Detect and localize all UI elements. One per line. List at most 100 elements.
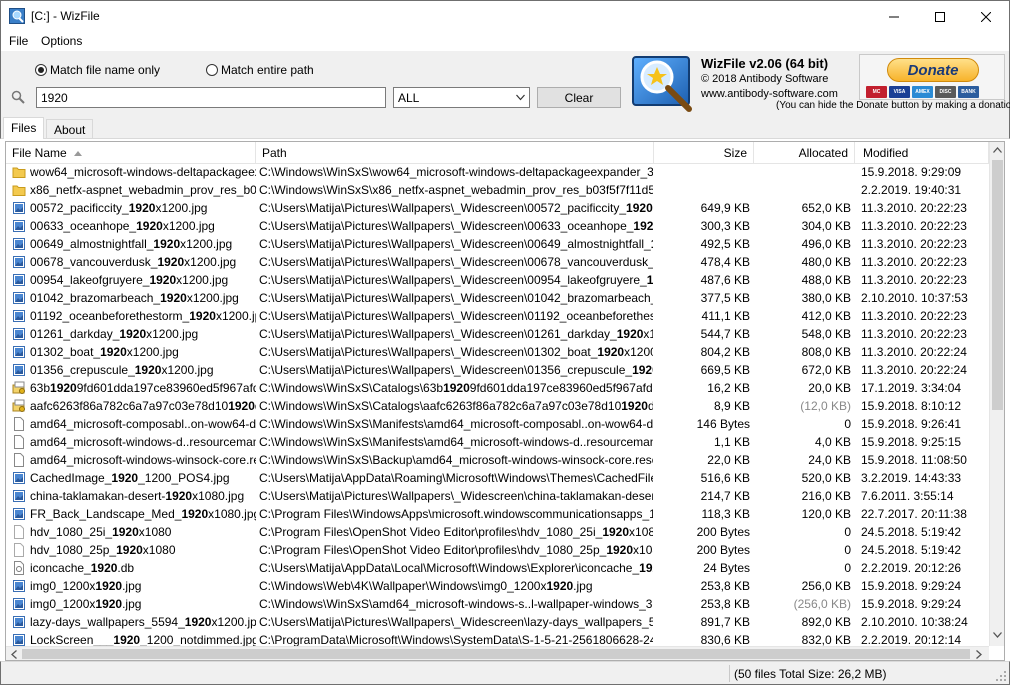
path-text: 9fd601dda197ce83960ed5f967afdd9742 — [469, 381, 653, 395]
name-text: 01192_oceanbeforethestorm_ — [30, 309, 190, 323]
cell-size: 492,5 KB — [700, 237, 750, 251]
minimize-button[interactable] — [871, 1, 917, 32]
horizontal-scroll-thumb[interactable] — [22, 649, 970, 659]
donate-note: (You can hide the Donate button by makin… — [776, 100, 1010, 111]
scroll-left-icon[interactable] — [11, 650, 17, 659]
table-row[interactable]: CachedImage_1920_1200_POS4.jpg C:\Users\M… — [6, 470, 989, 488]
table-row[interactable]: 00678_vancouverdusk_1920x1200.jpg C:\User… — [6, 254, 989, 272]
search-input[interactable] — [36, 87, 386, 108]
path-text: C:\Users\Matija\AppData\Roaming\Microsof… — [259, 471, 653, 485]
table-row[interactable]: lazy-days_wallpapers_5594_1920x1200.jpgC… — [6, 614, 989, 632]
menu-file[interactable]: File — [9, 34, 28, 48]
table-row[interactable]: 00649_almostnightfall_1920x1200.jpg C:\Us… — [6, 236, 989, 254]
chevron-down-icon — [516, 94, 525, 101]
cell-size: 22,0 KB — [707, 453, 750, 467]
name-text: x1080.jpg — [192, 489, 245, 503]
vertical-scrollbar[interactable] — [989, 142, 1004, 646]
path-match-highlight: 1920 — [606, 543, 634, 557]
name-match-highlight: 1920 — [149, 273, 177, 287]
table-row[interactable]: amd64_microsoft-windows-d..resourcemanag… — [6, 434, 989, 452]
table-row[interactable]: amd64_microsoft-windows-winsock-core.res… — [6, 452, 989, 470]
cell-allocated: 892,0 KB — [801, 615, 851, 629]
table-row[interactable]: aafc6263f86a782c6a7a97c03e78d101920dd572… — [6, 398, 989, 416]
name-text: 00572_pacificcity_ — [30, 201, 129, 215]
vertical-scroll-thumb[interactable] — [992, 160, 1003, 410]
scroll-right-icon[interactable] — [976, 650, 982, 659]
cell-modified: 24.5.2018. 5:19:42 — [861, 525, 962, 539]
radio-unselected-icon — [206, 64, 218, 76]
table-row[interactable]: FR_Back_Landscape_Med_1920x1080.jpg C:\Pr… — [6, 506, 989, 524]
sort-ascending-icon — [74, 151, 83, 157]
menu-bar: File Options — [0, 31, 1010, 51]
clear-button[interactable]: Clear — [537, 87, 621, 108]
name-text: china-taklamakan-desert- — [30, 489, 166, 503]
cell-size: 377,5 KB — [700, 291, 750, 305]
name-match-highlight: 1920 — [134, 363, 162, 377]
table-row[interactable]: x86_netfx-aspnet_webadmin_prov_res_b03f5… — [6, 182, 989, 200]
table-row[interactable]: 01261_darkday_1920x1200.jpg C:\Users\Mati… — [6, 326, 989, 344]
table-row[interactable]: 63b19209fd601dda197ce83960ed5f967afdd974… — [6, 380, 989, 398]
table-row[interactable]: amd64_microsoft-composabl..on-wow64-depl… — [6, 416, 989, 434]
path-text: C:\Windows\WinSxS\Manifests\amd64_micros… — [259, 417, 653, 431]
cell-file-name: wow64_microsoft-windows-deltapackageexpa… — [12, 165, 256, 179]
table-row[interactable]: 01192_oceanbeforethestorm_1920x1200.jpgC… — [6, 308, 989, 326]
scroll-down-icon[interactable] — [993, 632, 1002, 638]
path-text: C:\Users\Matija\Pictures\Wallpapers\_Wid… — [259, 201, 627, 215]
column-header-modified[interactable]: Modified — [855, 142, 989, 164]
name-text: x1200.jpg — [176, 273, 229, 287]
name-text: .jpg — [122, 597, 142, 611]
tab-about[interactable]: About — [46, 119, 94, 138]
table-row[interactable]: hdv_1080_25p_1920x1080 C:\Program Files\O… — [6, 542, 989, 560]
name-text: lazy-days_wallpapers_5594_ — [30, 615, 185, 629]
table-row[interactable]: wow64_microsoft-windows-deltapackageexpa… — [6, 164, 989, 182]
cell-size: 214,7 KB — [700, 489, 750, 503]
path-text: C:\Windows\WinSxS\amd64_microsoft-window… — [259, 597, 653, 611]
website-link[interactable]: www.antibody-software.com — [701, 88, 838, 100]
column-path-label: Path — [262, 146, 287, 160]
table-row[interactable]: china-taklamakan-desert-1920x1080.jpg C:\… — [6, 488, 989, 506]
table-row[interactable]: iconcache_1920.db C:\Users\Matija\AppData… — [6, 560, 989, 578]
name-match-highlight: 1920 — [184, 615, 212, 629]
name-text: x1080 — [138, 525, 172, 539]
table-row[interactable]: img0_1200x1920.jpg C:\Windows\WinSxS\amd6… — [6, 596, 989, 614]
tab-files[interactable]: Files — [3, 117, 45, 139]
cell-file-name: 01356_crepuscule_1920x1200.jpg — [12, 363, 256, 377]
column-header-allocated[interactable]: Allocated — [754, 142, 855, 164]
horizontal-scrollbar[interactable] — [6, 646, 989, 660]
image-file-icon — [13, 274, 25, 286]
path-text: C:\Users\Matija\Pictures\Wallpapers\_Wid… — [259, 237, 651, 251]
scroll-up-icon[interactable] — [993, 147, 1002, 153]
table-row[interactable]: 00633_oceanhope_1920x1200.jpg C:\Users\Ma… — [6, 218, 989, 236]
match-path-radio[interactable]: Match entire path — [206, 63, 314, 77]
name-text: amd64_microsoft-windows-d..resourcemanag… — [30, 435, 256, 449]
cell-allocated: 652,0 KB — [801, 201, 851, 215]
cell-size: 891,7 KB — [700, 615, 750, 629]
column-header-size[interactable]: Size — [654, 142, 754, 164]
cell-size: 804,2 KB — [700, 345, 750, 359]
list-rows: wow64_microsoft-windows-deltapackageexpa… — [6, 164, 989, 648]
resize-grip-icon[interactable] — [996, 671, 1006, 681]
maximize-button[interactable] — [917, 1, 963, 32]
table-row[interactable]: 00954_lakeofgruyere_1920x1200.jpg C:\User… — [6, 272, 989, 290]
maximize-icon — [935, 11, 945, 22]
cell-allocated: 548,0 KB — [801, 327, 851, 341]
table-row[interactable]: img0_1200x1920.jpg C:\Windows\Web\4K\Wall… — [6, 578, 989, 596]
file-type-select[interactable]: ALL — [393, 87, 530, 108]
column-header-path[interactable]: Path — [256, 142, 654, 164]
cell-modified: 11.3.2010. 20:22:23 — [861, 309, 967, 323]
name-text: _1200_POS4.jpg — [138, 471, 230, 485]
table-row[interactable]: 01302_boat_1920x1200.jpg C:\Users\Matija\… — [6, 344, 989, 362]
close-button[interactable] — [963, 1, 1009, 32]
cell-file-name: china-taklamakan-desert-1920x1080.jpg — [12, 489, 256, 503]
cell-allocated: 832,0 KB — [801, 633, 851, 647]
donate-button[interactable]: Donate MC VISA AMEX DISC BANK — [859, 54, 1005, 100]
table-row[interactable]: 01356_crepuscule_1920x1200.jpg C:\Users\M… — [6, 362, 989, 380]
match-name-radio[interactable]: Match file name only — [35, 63, 160, 77]
menu-options[interactable]: Options — [41, 34, 82, 48]
cell-size: 411,1 KB — [701, 309, 750, 323]
column-header-name[interactable]: File Name — [6, 142, 256, 164]
cell-file-name: 01302_boat_1920x1200.jpg — [12, 345, 256, 359]
table-row[interactable]: hdv_1080_25i_1920x1080 C:\Program Files\O… — [6, 524, 989, 542]
table-row[interactable]: 00572_pacificcity_1920x1200.jpg C:\Users\… — [6, 200, 989, 218]
table-row[interactable]: 01042_brazomarbeach_1920x1200.jpg C:\User… — [6, 290, 989, 308]
